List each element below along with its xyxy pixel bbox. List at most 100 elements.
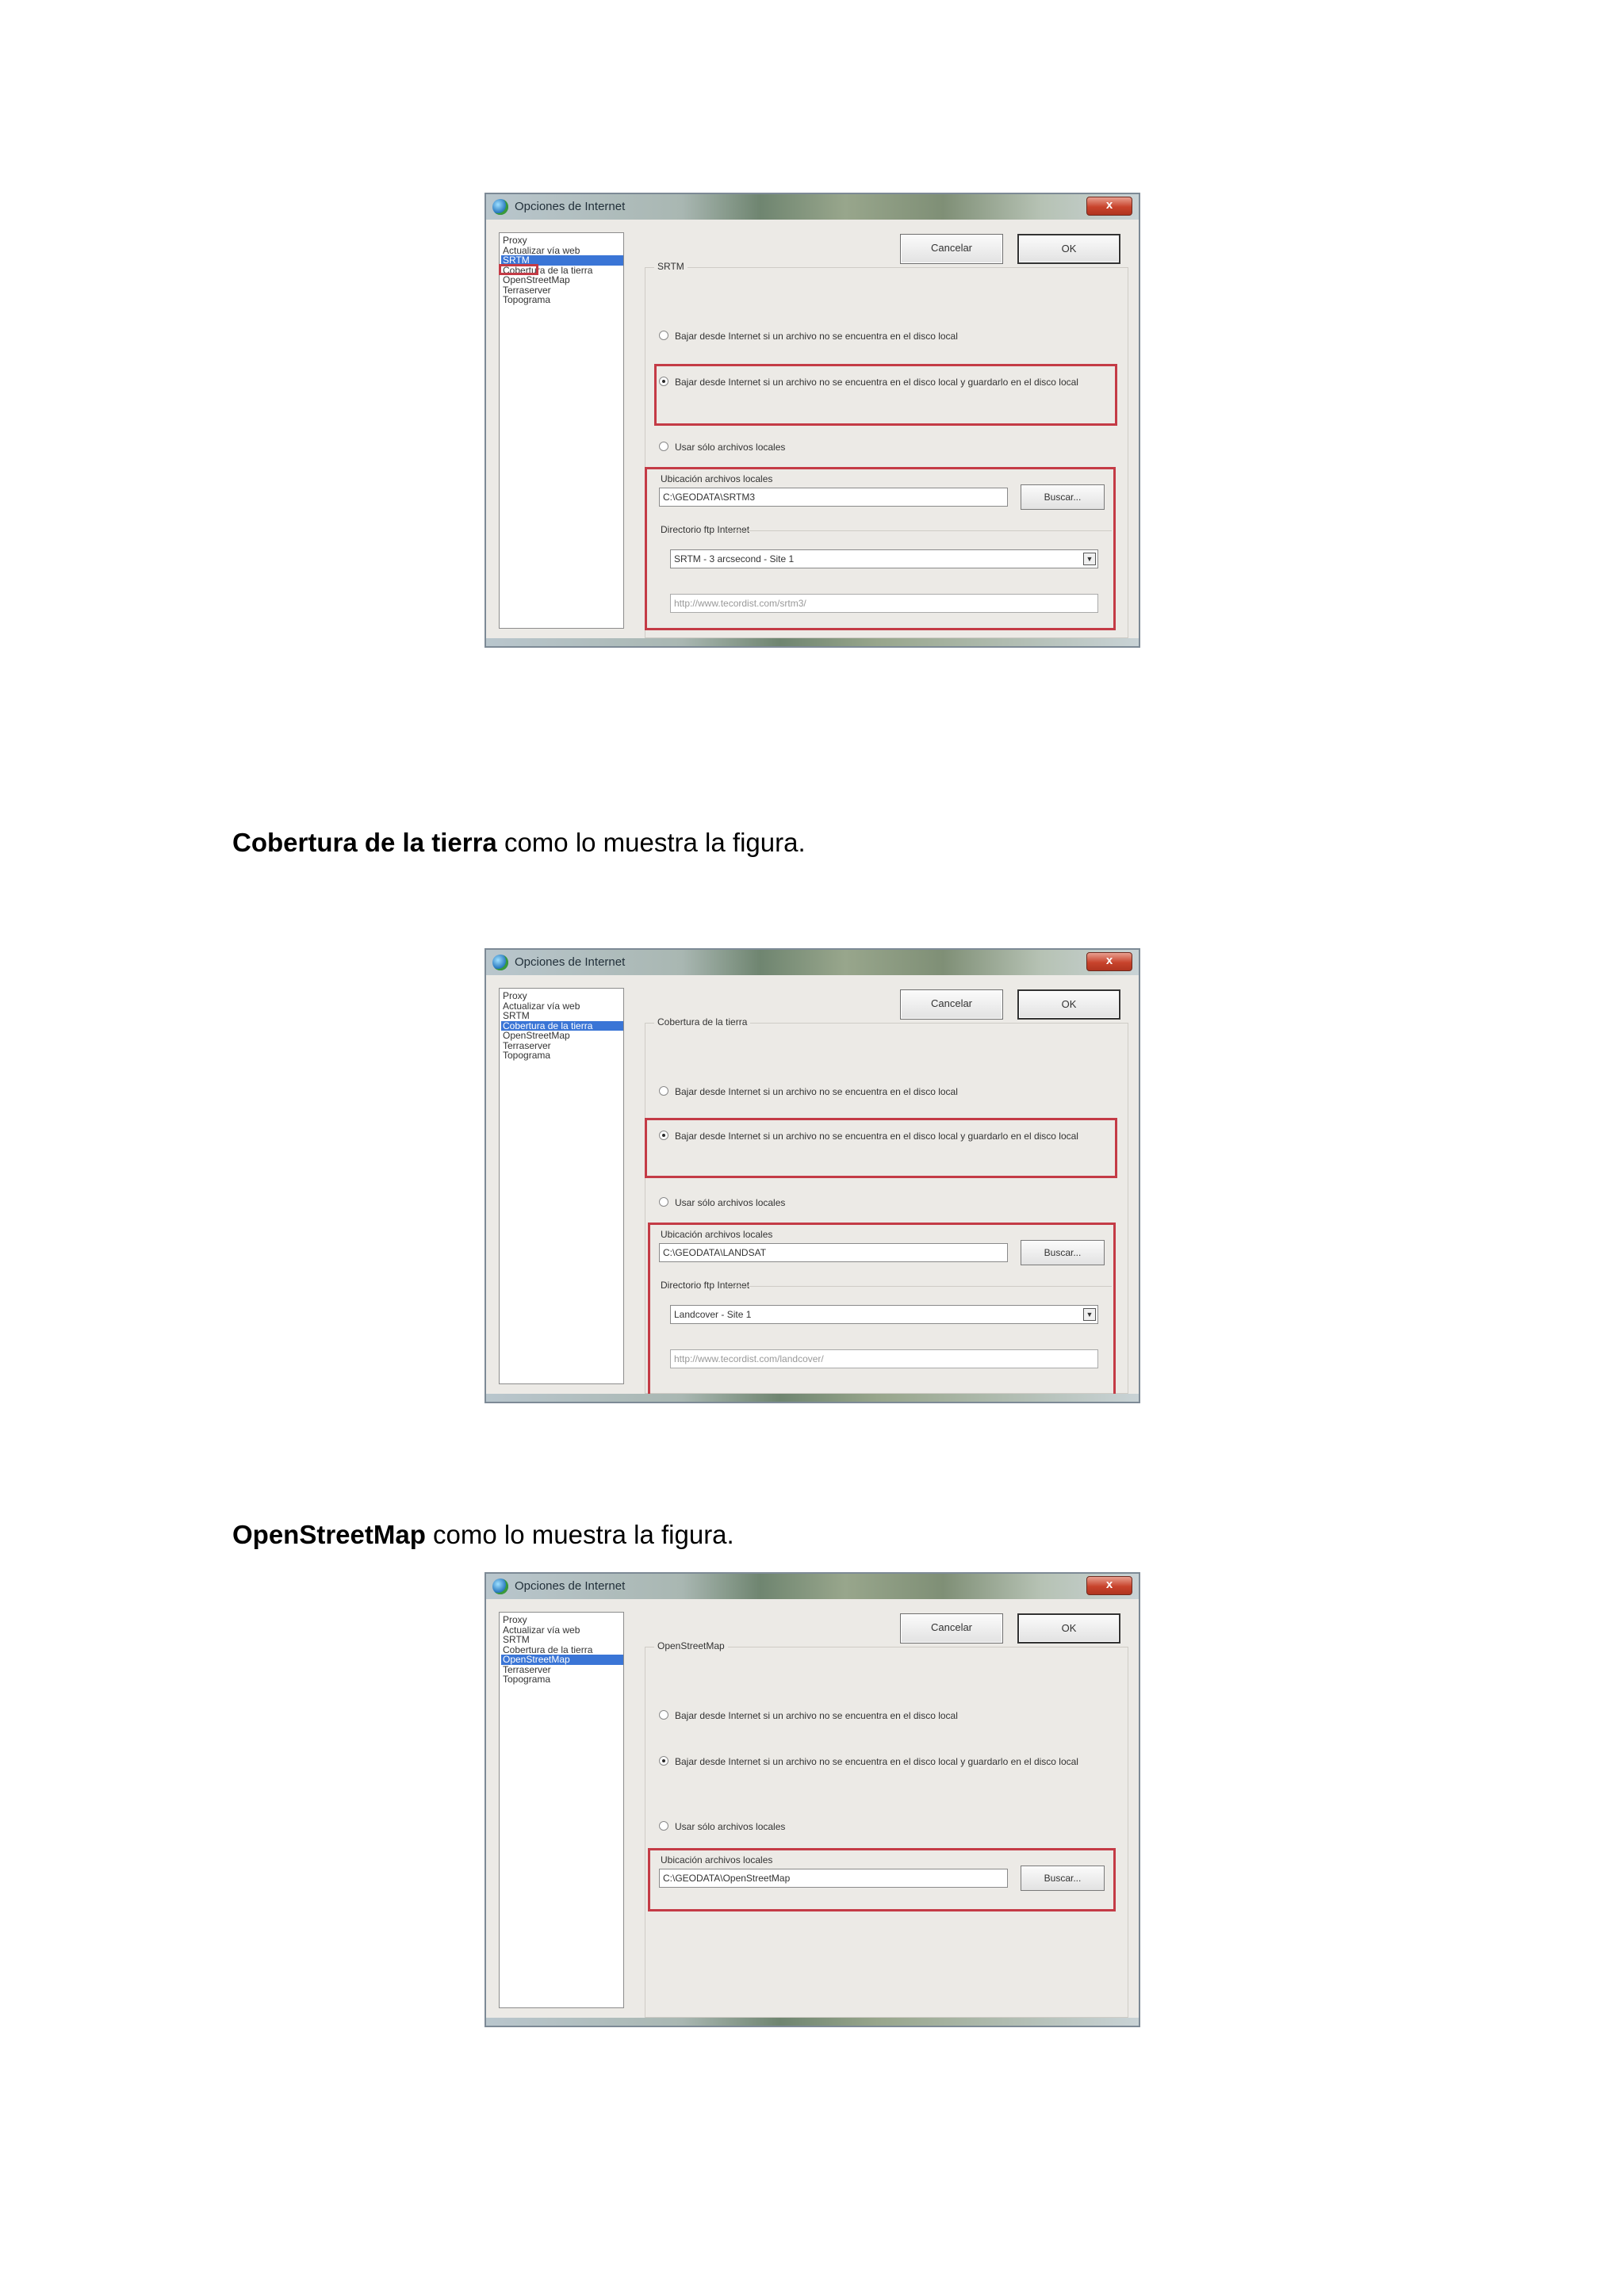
local-path-field[interactable]: C:\GEODATA\LANDSAT xyxy=(659,1243,1008,1262)
radio-download[interactable]: Bajar desde Internet si un archivo no se… xyxy=(659,1710,1119,1721)
radio-label: Bajar desde Internet si un archivo no se… xyxy=(675,1086,958,1097)
radio-circle[interactable] xyxy=(659,442,668,451)
globe-icon xyxy=(492,199,508,215)
radio-label: Usar sólo archivos locales xyxy=(675,1197,786,1208)
group-title: OpenStreetMap xyxy=(654,1640,728,1651)
browse-button[interactable]: Buscar... xyxy=(1021,484,1105,510)
radio-circle[interactable] xyxy=(659,1197,668,1207)
dialog-srtm: Opciones de Internet x Proxy Actualizar … xyxy=(485,193,1140,648)
list-item-openstreetmap[interactable]: OpenStreetMap xyxy=(503,1031,620,1041)
browse-button[interactable]: Buscar... xyxy=(1021,1866,1105,1891)
ok-button[interactable]: OK xyxy=(1017,1613,1120,1644)
globe-icon xyxy=(492,1578,508,1594)
local-path-field[interactable]: C:\GEODATA\OpenStreetMap xyxy=(659,1869,1008,1888)
list-item-proxy[interactable]: Proxy xyxy=(503,991,620,1001)
close-button[interactable]: x xyxy=(1086,1576,1132,1595)
radio-circle-selected[interactable] xyxy=(659,1131,668,1140)
ftp-divider xyxy=(727,1286,1112,1287)
cancel-button[interactable]: Cancelar xyxy=(900,989,1003,1020)
window-title: Opciones de Internet xyxy=(515,200,626,213)
dialog-cobertura: Opciones de Internet x Proxy Actualizar … xyxy=(485,948,1140,1403)
radio-label: Bajar desde Internet si un archivo no se… xyxy=(675,377,1078,388)
ftp-url-field[interactable]: http://www.tecordist.com/landcover/ xyxy=(670,1349,1098,1368)
browse-button[interactable]: Buscar... xyxy=(1021,1240,1105,1265)
close-button[interactable]: x xyxy=(1086,952,1132,971)
ftp-url-field[interactable]: http://www.tecordist.com/srtm3/ xyxy=(670,594,1098,613)
ftp-select[interactable]: SRTM - 3 arcsecond - Site 1 ▼ xyxy=(670,549,1098,568)
local-files-label: Ubicación archivos locales xyxy=(661,1854,773,1866)
title-bar[interactable]: Opciones de Internet x xyxy=(486,194,1139,220)
radio-circle-selected[interactable] xyxy=(659,1756,668,1766)
groupbox xyxy=(645,1647,1128,2018)
cancel-button[interactable]: Cancelar xyxy=(900,1613,1003,1644)
local-files-label: Ubicación archivos locales xyxy=(661,1229,773,1240)
radio-download-save[interactable]: Bajar desde Internet si un archivo no se… xyxy=(659,1756,1119,1767)
radio-label: Usar sólo archivos locales xyxy=(675,1821,786,1832)
list-item-srtm[interactable]: SRTM xyxy=(503,1635,620,1645)
radio-label: Bajar desde Internet si un archivo no se… xyxy=(675,1710,958,1721)
list-item-proxy[interactable]: Proxy xyxy=(503,235,620,246)
list-item-srtm[interactable]: SRTM xyxy=(503,1011,620,1021)
category-list[interactable]: Proxy Actualizar vía web SRTM Cobertura … xyxy=(499,988,624,1384)
radio-circle-selected[interactable] xyxy=(659,377,668,386)
radio-circle[interactable] xyxy=(659,1086,668,1096)
highlight-box-radio xyxy=(645,1118,1117,1178)
category-list[interactable]: Proxy Actualizar vía web SRTM Cobertura … xyxy=(499,232,624,629)
chevron-down-icon[interactable]: ▼ xyxy=(1083,553,1096,565)
caption-text: como lo muestra la figura. xyxy=(496,828,806,857)
ftp-divider xyxy=(727,530,1112,531)
highlight-box-list xyxy=(499,264,538,275)
group-title: Cobertura de la tierra xyxy=(654,1016,751,1027)
caption-openstreetmap: OpenStreetMap como lo muestra la figura. xyxy=(232,1519,734,1551)
dialog-client: Proxy Actualizar vía web SRTM Cobertura … xyxy=(489,975,1136,1399)
caption-bold: OpenStreetMap xyxy=(232,1520,426,1549)
window-bottom-border xyxy=(486,1394,1139,1402)
ftp-select[interactable]: Landcover - Site 1 ▼ xyxy=(670,1305,1098,1324)
title-bar[interactable]: Opciones de Internet x xyxy=(486,1574,1139,1599)
dialog-openstreetmap: Opciones de Internet x Proxy Actualizar … xyxy=(485,1572,1140,2027)
radio-download-save[interactable]: Bajar desde Internet si un archivo no se… xyxy=(659,377,1119,388)
radio-local-only[interactable]: Usar sólo archivos locales xyxy=(659,1821,1119,1832)
caption-bold: Cobertura de la tierra xyxy=(232,828,497,857)
globe-icon xyxy=(492,955,508,970)
list-item-openstreetmap[interactable]: OpenStreetMap xyxy=(503,275,620,285)
list-item-openstreetmap[interactable]: OpenStreetMap xyxy=(501,1655,623,1665)
dialog-client: Proxy Actualizar vía web SRTM Cobertura … xyxy=(489,1599,1136,2018)
radio-circle[interactable] xyxy=(659,1821,668,1831)
radio-label: Usar sólo archivos locales xyxy=(675,442,786,453)
radio-label: Bajar desde Internet si un archivo no se… xyxy=(675,331,958,342)
list-item-proxy[interactable]: Proxy xyxy=(503,1615,620,1625)
list-item-topograma[interactable]: Topograma xyxy=(503,295,620,305)
local-files-label: Ubicación archivos locales xyxy=(661,473,773,484)
list-item-topograma[interactable]: Topograma xyxy=(503,1674,620,1685)
highlight-box-radio xyxy=(654,364,1117,426)
ok-button[interactable]: OK xyxy=(1017,234,1120,264)
ok-button[interactable]: OK xyxy=(1017,989,1120,1020)
radio-download[interactable]: Bajar desde Internet si un archivo no se… xyxy=(659,1086,1119,1097)
radio-circle[interactable] xyxy=(659,331,668,340)
window-title: Opciones de Internet xyxy=(515,955,626,969)
ftp-directory-label: Directorio ftp Internet xyxy=(661,524,750,535)
window-bottom-border xyxy=(486,2018,1139,2026)
radio-label: Bajar desde Internet si un archivo no se… xyxy=(675,1756,1078,1767)
cancel-button[interactable]: Cancelar xyxy=(900,234,1003,264)
list-item-topograma[interactable]: Topograma xyxy=(503,1050,620,1061)
dialog-client: Proxy Actualizar vía web SRTM Cobertura … xyxy=(489,220,1136,638)
group-title: SRTM xyxy=(654,261,688,272)
local-path-field[interactable]: C:\GEODATA\SRTM3 xyxy=(659,488,1008,507)
ftp-select-value: SRTM - 3 arcsecond - Site 1 xyxy=(674,553,795,564)
radio-download[interactable]: Bajar desde Internet si un archivo no se… xyxy=(659,331,1119,342)
radio-local-only[interactable]: Usar sólo archivos locales xyxy=(659,442,1119,453)
chevron-down-icon[interactable]: ▼ xyxy=(1083,1308,1096,1321)
category-list[interactable]: Proxy Actualizar vía web SRTM Cobertura … xyxy=(499,1612,624,2008)
radio-circle[interactable] xyxy=(659,1710,668,1720)
ftp-directory-label: Directorio ftp Internet xyxy=(661,1280,750,1291)
radio-download-save[interactable]: Bajar desde Internet si un archivo no se… xyxy=(659,1131,1119,1142)
window-bottom-border xyxy=(486,638,1139,646)
radio-label: Bajar desde Internet si un archivo no se… xyxy=(675,1131,1078,1142)
radio-local-only[interactable]: Usar sólo archivos locales xyxy=(659,1197,1119,1208)
title-bar[interactable]: Opciones de Internet x xyxy=(486,950,1139,975)
caption-text: como lo muestra la figura. xyxy=(425,1520,734,1549)
caption-cobertura: Cobertura de la tierra como lo muestra l… xyxy=(232,827,806,859)
close-button[interactable]: x xyxy=(1086,197,1132,216)
